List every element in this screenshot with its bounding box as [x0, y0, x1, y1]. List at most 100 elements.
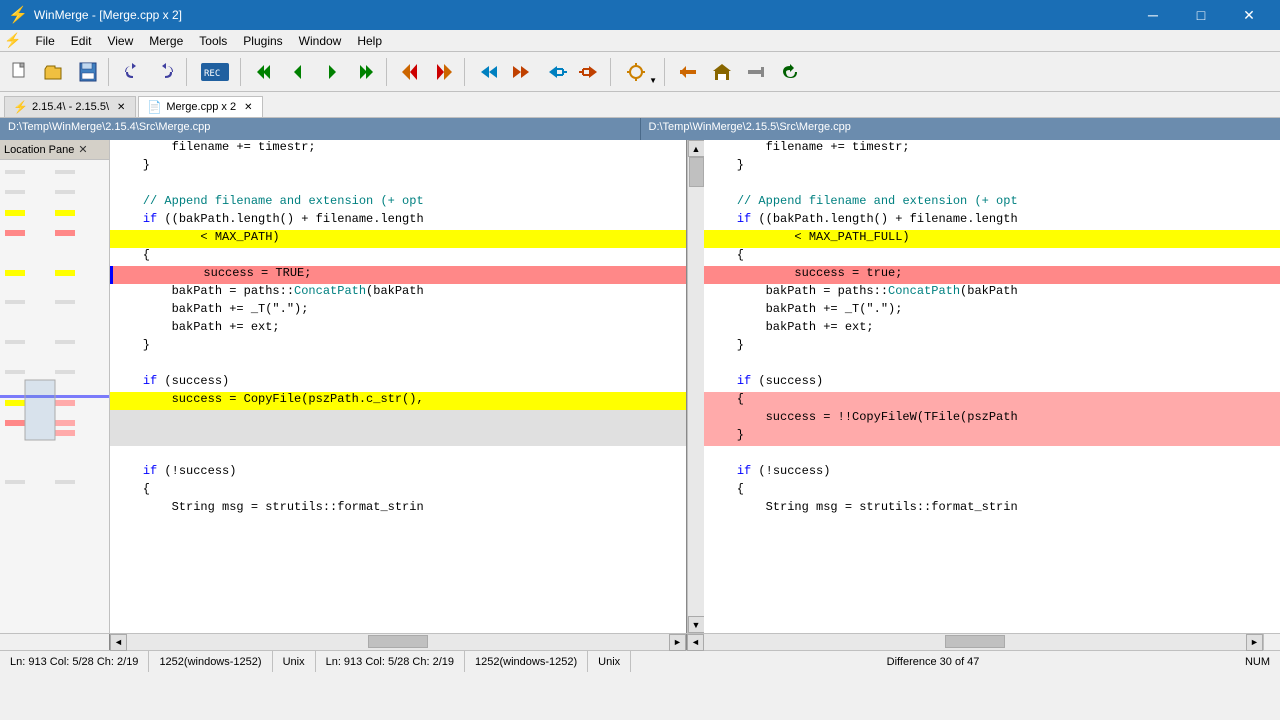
- merge-left-button[interactable]: [574, 56, 606, 88]
- table-row: }: [704, 338, 1280, 356]
- options-button[interactable]: ▼: [618, 56, 660, 88]
- table-row: [110, 410, 686, 428]
- nav-end-button[interactable]: [740, 56, 772, 88]
- open-button[interactable]: [38, 56, 70, 88]
- toolbar: REC ▼: [0, 52, 1280, 92]
- table-row: bakPath += _T(".");: [704, 302, 1280, 320]
- menu-file[interactable]: File: [27, 32, 62, 50]
- table-row: [110, 176, 686, 194]
- first-diff-button[interactable]: [248, 56, 280, 88]
- left-diff-pane[interactable]: filename += timestr; } // Append filenam…: [110, 140, 687, 633]
- toolbar-sep-4: [386, 58, 390, 86]
- status-right-encoding: 1252(windows-1252): [465, 651, 588, 672]
- scroll-down-arrow[interactable]: ▼: [688, 616, 705, 633]
- merge-right-button[interactable]: [540, 56, 572, 88]
- menu-view[interactable]: View: [99, 32, 141, 50]
- copy-right-button[interactable]: [472, 56, 504, 88]
- location-pane-close-button[interactable]: ✕: [78, 143, 87, 156]
- table-row: if (!success): [110, 464, 686, 482]
- vertical-scrollbar[interactable]: ▲ ▼: [687, 140, 704, 633]
- right-diff-pane[interactable]: filename += timestr; } // Append filenam…: [704, 140, 1280, 633]
- table-row: < MAX_PATH): [110, 230, 686, 248]
- save-button[interactable]: [72, 56, 104, 88]
- start-button[interactable]: [394, 56, 426, 88]
- path-left-text: D:\Temp\WinMerge\2.15.4\Src\Merge.cpp: [8, 121, 210, 133]
- copy-right-icon: [477, 61, 499, 83]
- refresh-button[interactable]: [774, 56, 806, 88]
- table-row: if ((bakPath.length() + filename.length: [110, 212, 686, 230]
- end-icon: [433, 61, 455, 83]
- redo-button[interactable]: [150, 56, 182, 88]
- copy-left-button[interactable]: [506, 56, 538, 88]
- end-button[interactable]: [428, 56, 460, 88]
- scroll-thumb[interactable]: [689, 157, 704, 187]
- menu-tools[interactable]: Tools: [191, 32, 235, 50]
- scroll-right-arrow-right[interactable]: ►: [1246, 634, 1263, 651]
- new-icon: [9, 61, 31, 83]
- undo-button[interactable]: [116, 56, 148, 88]
- left-horizontal-scrollbar[interactable]: ◄ ►: [110, 634, 687, 650]
- table-row: success = true;: [704, 266, 1280, 284]
- status-diff-count: Difference 30 of 47: [877, 651, 990, 672]
- left-encoding-text: 1252(windows-1252): [159, 656, 261, 668]
- app-icon: ⚡: [8, 5, 28, 25]
- table-row: success = CopyFile(pszPath.c_str(),: [110, 392, 686, 410]
- maximize-button[interactable]: □: [1178, 0, 1224, 30]
- next-diff-button[interactable]: [316, 56, 348, 88]
- tab-file-compare[interactable]: 📄 Merge.cpp x 2 ✕: [138, 96, 263, 117]
- merge-right-icon: [545, 61, 567, 83]
- scroll-track[interactable]: [688, 157, 704, 616]
- table-row: [704, 176, 1280, 194]
- table-row: {: [704, 248, 1280, 266]
- prev-diff-button[interactable]: [282, 56, 314, 88]
- location-pane-svg: [0, 160, 110, 630]
- table-row: bakPath += _T(".");: [110, 302, 686, 320]
- table-row: String msg = strutils::format_strin: [704, 500, 1280, 518]
- status-left-position: Ln: 913 Col: 5/28 Ch: 2/19: [0, 651, 149, 672]
- location-pane-header: Location Pane ✕: [0, 140, 109, 160]
- scroll-left-arrow[interactable]: ◄: [110, 634, 127, 651]
- minimize-button[interactable]: ─: [1130, 0, 1176, 30]
- table-row: filename += timestr;: [110, 140, 686, 158]
- close-button[interactable]: ✕: [1226, 0, 1272, 30]
- open-icon: [43, 61, 65, 83]
- menu-help[interactable]: Help: [349, 32, 390, 50]
- menu-merge[interactable]: Merge: [141, 32, 191, 50]
- table-row: [110, 428, 686, 446]
- nav-left-button[interactable]: [672, 56, 704, 88]
- loc-pane-scroll-spacer: [0, 634, 110, 650]
- tab-file-close[interactable]: ✕: [244, 102, 252, 113]
- scroll-left-arrow-right[interactable]: ◄: [687, 634, 704, 651]
- horiz-scroll-thumb-right[interactable]: [945, 635, 1005, 648]
- horiz-scroll-track-right[interactable]: [704, 634, 1246, 650]
- path-right-text: D:\Temp\WinMerge\2.15.5\Src\Merge.cpp: [649, 121, 851, 133]
- last-diff-button[interactable]: [350, 56, 382, 88]
- script-button[interactable]: REC: [194, 56, 236, 88]
- tab-dir-close[interactable]: ✕: [117, 102, 125, 113]
- tab-file-icon: 📄: [147, 100, 162, 114]
- table-row: < MAX_PATH_FULL): [704, 230, 1280, 248]
- tab-dir-compare[interactable]: ⚡ 2.15.4\ - 2.15.5\ ✕: [4, 96, 136, 117]
- scroll-up-arrow[interactable]: ▲: [688, 140, 705, 157]
- nav-home-button[interactable]: [706, 56, 738, 88]
- status-right-eol: Unix: [588, 651, 631, 672]
- nav-home-icon: [711, 61, 733, 83]
- tab-file-label: Merge.cpp x 2: [166, 101, 236, 113]
- new-button[interactable]: [4, 56, 36, 88]
- toolbar-sep-2: [186, 58, 190, 86]
- table-row: filename += timestr;: [704, 140, 1280, 158]
- scroll-right-arrow[interactable]: ►: [669, 634, 686, 651]
- title-controls: ─ □ ✕: [1130, 0, 1272, 30]
- menu-window[interactable]: Window: [291, 32, 350, 50]
- table-row: String msg = strutils::format_strin: [110, 500, 686, 518]
- right-horizontal-scrollbar[interactable]: ◄ ►: [687, 634, 1263, 650]
- horiz-scroll-track-left[interactable]: [127, 634, 669, 650]
- status-left-encoding: 1252(windows-1252): [149, 651, 272, 672]
- last-diff-icon: [355, 61, 377, 83]
- menu-plugins[interactable]: Plugins: [235, 32, 290, 50]
- first-diff-icon: [253, 61, 275, 83]
- horiz-scroll-thumb-left[interactable]: [368, 635, 428, 648]
- menu-edit[interactable]: Edit: [63, 32, 100, 50]
- right-encoding-text: 1252(windows-1252): [475, 656, 577, 668]
- location-pane: Location Pane ✕: [0, 140, 110, 633]
